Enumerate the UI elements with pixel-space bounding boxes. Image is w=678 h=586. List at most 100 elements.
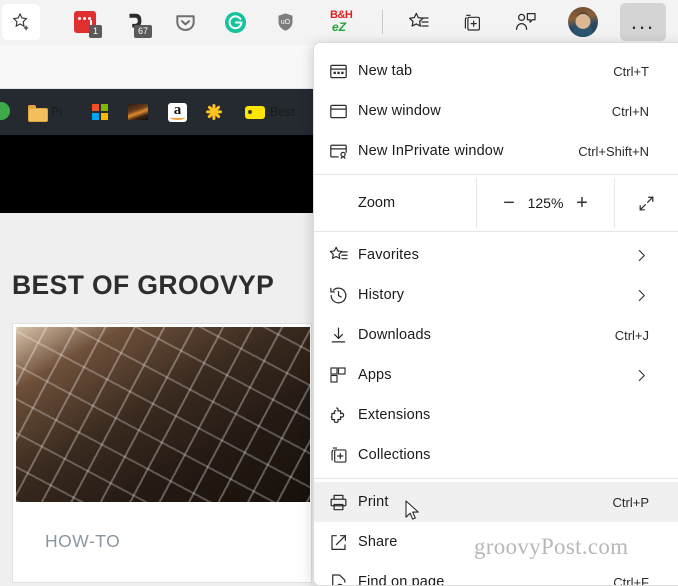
browser-essentials-button[interactable] <box>507 4 545 40</box>
ublock-origin-extension-button[interactable]: uO <box>266 4 304 40</box>
bookmark-pi[interactable]: Pi <box>28 99 62 125</box>
menu-item-label: Favorites <box>358 247 419 263</box>
favorites-button[interactable] <box>400 4 438 40</box>
browser-window: ADVERTISEMENT BEST OF GROOVYP HOW-TO <box>0 0 678 586</box>
menu-item-extensions[interactable]: Extensions <box>314 395 678 435</box>
menu-separator <box>314 174 678 175</box>
menu-item-print[interactable]: Print Ctrl+P <box>314 482 678 522</box>
menu-item-shortcut: Ctrl+J <box>614 327 649 343</box>
share-icon <box>328 530 358 554</box>
bookmark-label: Best <box>270 105 296 119</box>
menu-item-new-inprivate-window[interactable]: New InPrivate window Ctrl+Shift+N <box>314 131 678 171</box>
bookmark-label: Pi <box>51 105 63 119</box>
grammarly-icon <box>224 11 247 34</box>
fullscreen-button[interactable] <box>614 178 678 228</box>
dashlane-extension-button[interactable]: 67 <box>116 4 154 40</box>
menu-item-shortcut: Ctrl+Shift+N <box>578 143 649 159</box>
article-category-label: HOW-TO <box>45 531 121 551</box>
menu-item-label: Find on page <box>358 574 445 586</box>
bookmark-walmart[interactable] <box>205 99 223 125</box>
pocket-casts-extension-button[interactable]: 1 <box>66 4 104 40</box>
zoom-label: Zoom <box>358 195 396 211</box>
fullscreen-icon <box>636 193 657 214</box>
collections-button[interactable] <box>453 4 491 40</box>
folder-icon <box>28 104 48 122</box>
menu-item-downloads[interactable]: Downloads Ctrl+J <box>314 315 678 355</box>
grammarly-extension-button[interactable] <box>216 4 254 40</box>
ublock-shield-icon: uO <box>275 11 296 33</box>
menu-item-label: Apps <box>358 367 392 383</box>
downloads-icon <box>328 323 358 347</box>
settings-and-more-button[interactable]: ... <box>620 3 666 41</box>
extensions-icon <box>328 403 358 427</box>
browser-essentials-icon <box>514 10 538 34</box>
pocket-icon <box>174 11 197 34</box>
chevron-right-icon <box>634 248 649 263</box>
find-on-page-icon <box>328 570 358 585</box>
menu-item-label: New tab <box>358 63 413 79</box>
menu-item-favorites[interactable]: Favorites <box>314 235 678 275</box>
menu-item-label: Share <box>358 534 398 550</box>
menu-separator <box>314 231 678 232</box>
menu-item-label: Downloads <box>358 327 432 343</box>
photo-icon <box>128 104 148 120</box>
menu-item-shortcut: Ctrl+N <box>611 103 649 119</box>
dashlane-icon: 67 <box>124 11 152 38</box>
menu-item-history[interactable]: History <box>314 275 678 315</box>
bookmark-microsoft[interactable] <box>92 99 108 125</box>
microsoft-icon <box>92 104 108 120</box>
chevron-right-icon <box>634 288 649 303</box>
page-title: BEST OF GROOVYP <box>12 270 275 300</box>
menu-item-apps[interactable]: Apps <box>314 355 678 395</box>
extension-badge-count: 67 <box>134 25 152 38</box>
zoom-value: 125% <box>527 195 564 211</box>
menu-item-shortcut: Ctrl+T <box>613 63 649 79</box>
bookmark-amazon[interactable]: a <box>168 99 187 125</box>
extension-badge-count: 1 <box>89 25 102 38</box>
pocket-casts-icon: 1 <box>74 11 102 38</box>
menu-item-label: Extensions <box>358 407 431 423</box>
star-plus-icon <box>10 11 32 33</box>
collections-icon <box>461 11 484 34</box>
svg-text:uO: uO <box>280 19 290 26</box>
new-tab-icon <box>328 59 358 83</box>
bh-ez-icon: B&H eZ <box>330 9 353 34</box>
menu-item-label: History <box>358 287 405 303</box>
pocket-extension-button[interactable] <box>166 4 204 40</box>
menu-item-find-on-page[interactable]: Find on page Ctrl+F <box>314 562 678 586</box>
browser-toolbar: 1 67 uO B&H eZ ... <box>0 0 678 45</box>
menu-item-shortcut: Ctrl+F <box>613 574 649 586</box>
inprivate-window-icon <box>328 139 358 163</box>
add-to-favorites-button[interactable] <box>2 4 40 40</box>
settings-and-more-menu: New tab Ctrl+T New window Ctrl+N New InP… <box>313 42 678 586</box>
menu-item-new-tab[interactable]: New tab Ctrl+T <box>314 51 678 91</box>
collections-icon <box>328 443 358 467</box>
article-card[interactable]: HOW-TO <box>12 323 312 583</box>
zoom-in-button[interactable]: + <box>566 187 598 219</box>
apps-icon <box>328 363 358 387</box>
settings-and-more-icon: ... <box>630 9 656 34</box>
bh-ez-extension-button[interactable]: B&H eZ <box>324 4 362 40</box>
bookmark-bestbuy[interactable]: Best <box>245 99 295 125</box>
new-window-icon <box>328 99 358 123</box>
menu-item-new-window[interactable]: New window Ctrl+N <box>314 91 678 131</box>
favorites-icon <box>328 243 358 267</box>
menu-item-label: Collections <box>358 447 431 463</box>
zoom-row: Zoom − 125% + <box>314 178 678 228</box>
menu-item-share[interactable]: Share <box>314 522 678 562</box>
print-icon <box>328 490 358 514</box>
toolbar-divider <box>382 10 383 34</box>
profile-button[interactable] <box>564 4 602 40</box>
menu-item-label: New InPrivate window <box>358 143 504 159</box>
menu-item-label: New window <box>358 103 441 119</box>
menu-item-label: Print <box>358 494 389 510</box>
favorites-star-list-icon <box>407 10 431 34</box>
walmart-icon <box>205 103 223 121</box>
bookmark-photo[interactable] <box>128 99 148 125</box>
zoom-out-button[interactable]: − <box>493 187 525 219</box>
avatar <box>568 7 598 37</box>
menu-item-shortcut: Ctrl+P <box>612 494 649 510</box>
chevron-right-icon <box>634 368 649 383</box>
menu-item-collections[interactable]: Collections <box>314 435 678 475</box>
zoom-controls: − 125% + <box>476 178 614 228</box>
